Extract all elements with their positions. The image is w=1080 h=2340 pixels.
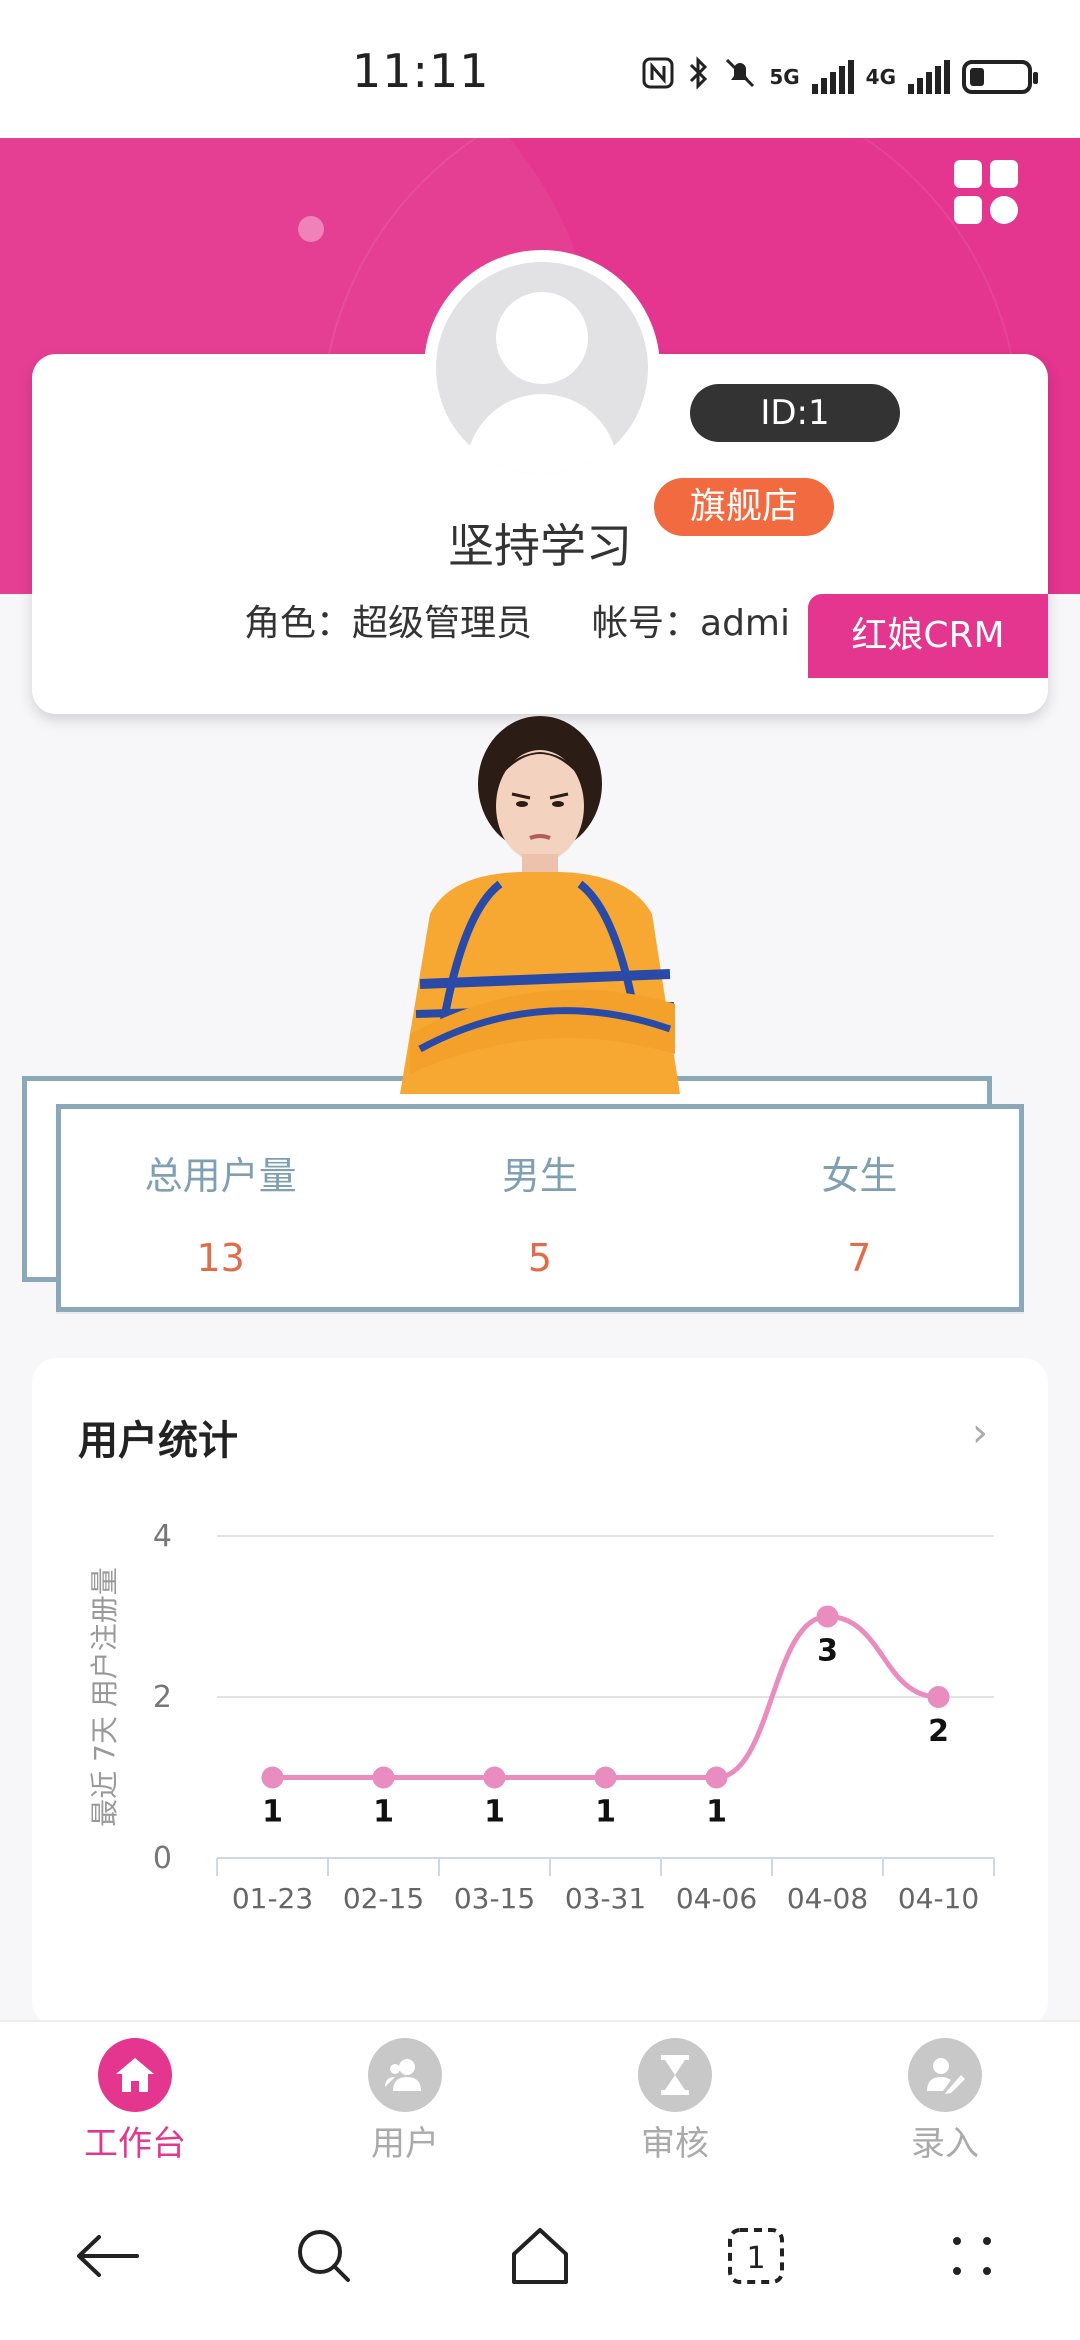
user-id-badge: ID:1 xyxy=(690,384,900,442)
stat-value: 5 xyxy=(527,1236,553,1280)
system-nav-bar: 1 xyxy=(0,2172,1080,2340)
x-tick-label: 04-06 xyxy=(676,1882,757,1915)
battery-icon xyxy=(962,60,1038,94)
nfc-icon xyxy=(641,56,675,98)
signal-icon xyxy=(811,60,854,94)
role-account-line: 角色：超级管理员 帐号：admi xyxy=(244,594,850,646)
bottom-tab-bar: 工作台 用户 审核 录入 xyxy=(0,2020,1080,2172)
x-tick-label: 03-15 xyxy=(454,1882,535,1915)
stats-card: 总用户量 13 男生 5 女生 7 xyxy=(56,1104,1024,1312)
woman-illustration xyxy=(400,716,680,1094)
x-tick-label: 04-08 xyxy=(787,1882,868,1915)
stat-label: 女生 xyxy=(821,1154,898,1198)
back-arrow-icon[interactable] xyxy=(68,2216,148,2296)
home-icon xyxy=(98,2038,172,2112)
mute-icon xyxy=(723,56,757,98)
tab-entry[interactable]: 录入 xyxy=(810,2022,1080,2172)
registration-line-chart: 0 2 4 01-23 02-15 03-15 03-31 04-06 04-08 04-10 最近… xyxy=(88,1519,995,1915)
tab-review[interactable]: 审核 xyxy=(540,2022,810,2172)
user-stats-card: 用户统计 › 0 2 4 01-23 02-15 03-15 03-31 04-06 04-08… xyxy=(32,1358,1048,2026)
x-tick-label: 02-15 xyxy=(343,1882,424,1915)
data-label: 1 xyxy=(262,1795,283,1830)
status-icons: 5G 4G xyxy=(641,52,1038,102)
default-user-icon xyxy=(436,262,648,474)
username: 坚持学习 xyxy=(448,519,632,573)
data-point xyxy=(372,1766,395,1789)
tab-workbench[interactable]: 工作台 xyxy=(0,2022,270,2172)
stat-value: 13 xyxy=(196,1236,245,1280)
account-text: 帐号：admi xyxy=(592,603,790,644)
data-point xyxy=(816,1605,839,1628)
data-label: 2 xyxy=(928,1714,949,1749)
svg-text:1: 1 xyxy=(746,2241,765,2276)
hourglass-icon xyxy=(638,2038,712,2112)
bluetooth-icon xyxy=(687,55,711,99)
tab-users[interactable]: 用户 xyxy=(270,2022,540,2172)
stat-label: 总用户量 xyxy=(144,1154,297,1198)
stat-value: 7 xyxy=(847,1236,872,1280)
x-tick-label: 03-31 xyxy=(565,1882,646,1915)
data-point xyxy=(261,1766,284,1789)
signal-icon-2 xyxy=(908,60,950,94)
data-label: 1 xyxy=(595,1795,616,1830)
tab-label: 录入 xyxy=(911,2124,979,2164)
data-label: 3 xyxy=(817,1634,838,1669)
tab-label: 审核 xyxy=(641,2124,709,2164)
y-axis-label: 最近 7天 用户注册量 xyxy=(88,1567,121,1827)
data-point xyxy=(705,1766,728,1789)
more-dots-icon[interactable] xyxy=(932,2216,1012,2296)
data-point xyxy=(483,1766,506,1789)
data-point xyxy=(594,1766,617,1789)
crm-tag[interactable]: 红娘CRM xyxy=(808,594,1048,678)
role-text: 角色：超级管理员 xyxy=(244,603,533,644)
data-label: 1 xyxy=(373,1795,394,1830)
status-time: 11:11 xyxy=(352,44,490,98)
users-icon xyxy=(368,2038,442,2112)
data-point xyxy=(927,1686,950,1708)
data-label: 1 xyxy=(484,1795,505,1830)
search-icon[interactable] xyxy=(284,2216,364,2296)
stat-label: 男生 xyxy=(501,1154,578,1198)
y-tick-label: 2 xyxy=(153,1680,172,1715)
net-5g-label: 5G xyxy=(769,65,800,89)
avatar[interactable] xyxy=(424,250,660,486)
header-decor-dot xyxy=(298,216,324,242)
tab-label: 用户 xyxy=(371,2124,439,2164)
y-tick-label: 0 xyxy=(153,1841,172,1876)
net-4g-label: 4G xyxy=(865,65,896,89)
data-label: 1 xyxy=(706,1795,727,1830)
home-nav-icon[interactable] xyxy=(500,2216,580,2296)
pen-user-icon xyxy=(908,2038,982,2112)
stat-total-users[interactable]: 总用户量 13 xyxy=(61,1109,380,1307)
x-tick-label: 01-23 xyxy=(232,1882,313,1915)
tab-label: 工作台 xyxy=(84,2124,186,2164)
x-tick-label: 04-10 xyxy=(898,1882,979,1915)
stat-male[interactable]: 男生 5 xyxy=(380,1109,699,1307)
status-bar: 11:11 5G 4G xyxy=(0,0,1080,138)
tabs-count-icon[interactable]: 1 xyxy=(716,2216,796,2296)
stat-female[interactable]: 女生 7 xyxy=(700,1109,1019,1307)
y-tick-label: 4 xyxy=(153,1519,172,1554)
apps-grid-icon[interactable] xyxy=(954,160,1018,224)
